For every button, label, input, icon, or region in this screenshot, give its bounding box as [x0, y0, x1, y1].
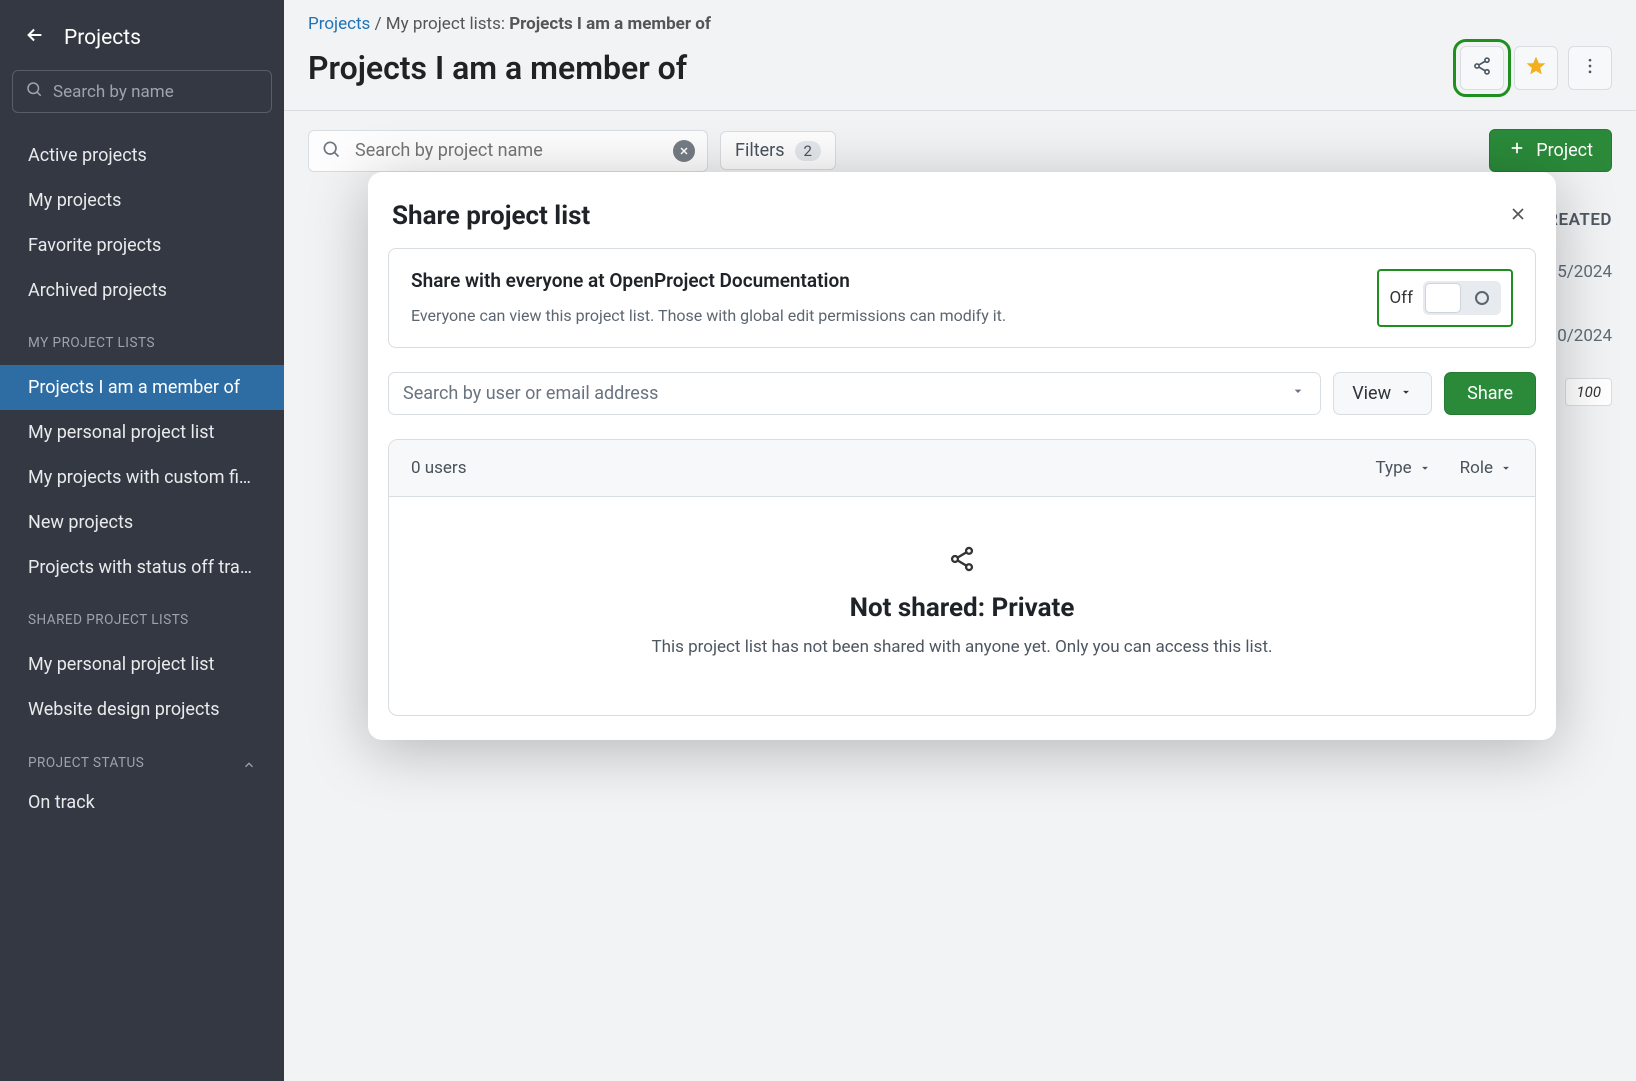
sidebar-item-off-track[interactable]: Projects with status off track: [0, 545, 284, 590]
share-everyone-desc: Everyone can view this project list. Tho…: [411, 306, 1357, 325]
new-project-button[interactable]: Project: [1489, 129, 1612, 172]
kebab-icon: [1580, 56, 1600, 80]
sidebar-item-shared-personal[interactable]: My personal project list: [0, 642, 284, 687]
sidebar-item-favorite-projects[interactable]: Favorite projects: [0, 223, 284, 268]
share-list: 0 users Type Role Not shared: Private: [388, 439, 1536, 716]
user-search-placeholder: Search by user or email address: [403, 383, 658, 404]
sidebar: Projects Search by name Active projects …: [0, 0, 284, 1081]
breadcrumb-section: My project lists:: [386, 14, 505, 34]
star-icon: [1526, 56, 1546, 80]
chevron-down-icon: [1399, 383, 1413, 404]
empty-description: This project list has not been shared wi…: [409, 637, 1515, 657]
permission-select[interactable]: View: [1333, 372, 1432, 415]
more-button[interactable]: [1568, 46, 1612, 90]
share-everyone-toggle[interactable]: [1423, 281, 1501, 315]
share-modal: Share project list Share with everyone a…: [368, 172, 1556, 740]
sidebar-item-personal-list[interactable]: My personal project list: [0, 410, 284, 455]
sidebar-title: Projects: [64, 26, 141, 50]
share-filter-type[interactable]: Type: [1376, 458, 1432, 478]
search-icon: [321, 139, 341, 163]
breadcrumb-root[interactable]: Projects: [308, 14, 370, 34]
search-icon: [25, 80, 43, 103]
project-search[interactable]: [308, 130, 708, 172]
sidebar-item-custom-fields[interactable]: My projects with custom fields: [0, 455, 284, 500]
sidebar-shared-lists: My personal project list Website design …: [0, 636, 284, 738]
sidebar-item-archived-projects[interactable]: Archived projects: [0, 268, 284, 313]
chevron-down-icon: [1290, 383, 1306, 404]
modal-title: Share project list: [392, 201, 590, 231]
chevron-down-icon: [1499, 461, 1513, 475]
share-submit-button[interactable]: Share: [1444, 372, 1536, 415]
plus-icon: [1508, 139, 1526, 162]
share-icon: [948, 575, 976, 593]
share-everyone-toggle-group: Off: [1377, 269, 1513, 327]
project-search-input[interactable]: [353, 139, 661, 162]
sidebar-search-placeholder: Search by name: [53, 82, 174, 102]
sidebar-item-active-projects[interactable]: Active projects: [0, 133, 284, 178]
share-user-row: Search by user or email address View Sha…: [388, 372, 1536, 415]
sidebar-item-website-design[interactable]: Website design projects: [0, 687, 284, 732]
empty-title: Not shared: Private: [409, 593, 1515, 623]
sidebar-item-new-projects[interactable]: New projects: [0, 500, 284, 545]
titlebar: Projects I am a member of: [284, 36, 1636, 111]
sidebar-section-shared-lists[interactable]: SHARED PROJECT LISTS: [0, 596, 284, 636]
modal-close-button[interactable]: [1504, 200, 1532, 232]
back-icon[interactable]: [24, 24, 46, 52]
close-icon: [1508, 210, 1528, 228]
share-button[interactable]: [1460, 46, 1504, 90]
share-submit-label: Share: [1467, 383, 1513, 404]
sidebar-item-projects-member-of[interactable]: Projects I am a member of: [0, 365, 284, 410]
favorite-button[interactable]: [1514, 46, 1558, 90]
share-everyone-box: Share with everyone at OpenProject Docum…: [388, 248, 1536, 348]
permission-label: View: [1352, 383, 1391, 404]
share-list-header: 0 users Type Role: [389, 440, 1535, 497]
sidebar-my-lists: Projects I am a member of My personal pr…: [0, 359, 284, 596]
chevron-up-icon: [242, 754, 256, 772]
sidebar-status-list: On track: [0, 780, 284, 825]
share-everyone-title: Share with everyone at OpenProject Docum…: [411, 269, 1357, 292]
titlebar-actions: [1460, 46, 1612, 90]
share-user-count: 0 users: [411, 458, 466, 478]
sidebar-section-project-status[interactable]: PROJECT STATUS: [0, 738, 284, 780]
user-search-input[interactable]: Search by user or email address: [388, 372, 1321, 415]
filters-count-badge: 2: [795, 141, 821, 161]
sidebar-section-my-lists[interactable]: MY PROJECT LISTS: [0, 319, 284, 359]
pager-option[interactable]: 100: [1565, 378, 1612, 406]
share-icon: [1472, 56, 1492, 80]
filters-label: Filters: [735, 140, 785, 161]
sidebar-static-list: Active projects My projects Favorite pro…: [0, 127, 284, 319]
clear-search-icon[interactable]: [673, 140, 695, 162]
breadcrumb-current: Projects I am a member of: [509, 14, 711, 34]
sidebar-header: Projects: [0, 12, 284, 70]
toggle-off-indicator-icon: [1475, 291, 1489, 305]
sidebar-item-on-track[interactable]: On track: [0, 780, 284, 825]
share-empty-state: Not shared: Private This project list ha…: [389, 497, 1535, 715]
filters-button[interactable]: Filters 2: [720, 131, 836, 170]
sidebar-item-my-projects[interactable]: My projects: [0, 178, 284, 223]
chevron-down-icon: [1418, 461, 1432, 475]
sidebar-search[interactable]: Search by name: [12, 70, 272, 113]
toggle-state-label: Off: [1389, 288, 1413, 308]
breadcrumb: Projects / My project lists: Projects I …: [284, 0, 1636, 36]
toggle-knob: [1425, 283, 1461, 313]
page-title: Projects I am a member of: [308, 49, 687, 87]
share-filter-role[interactable]: Role: [1460, 458, 1513, 478]
new-project-label: Project: [1536, 140, 1593, 161]
